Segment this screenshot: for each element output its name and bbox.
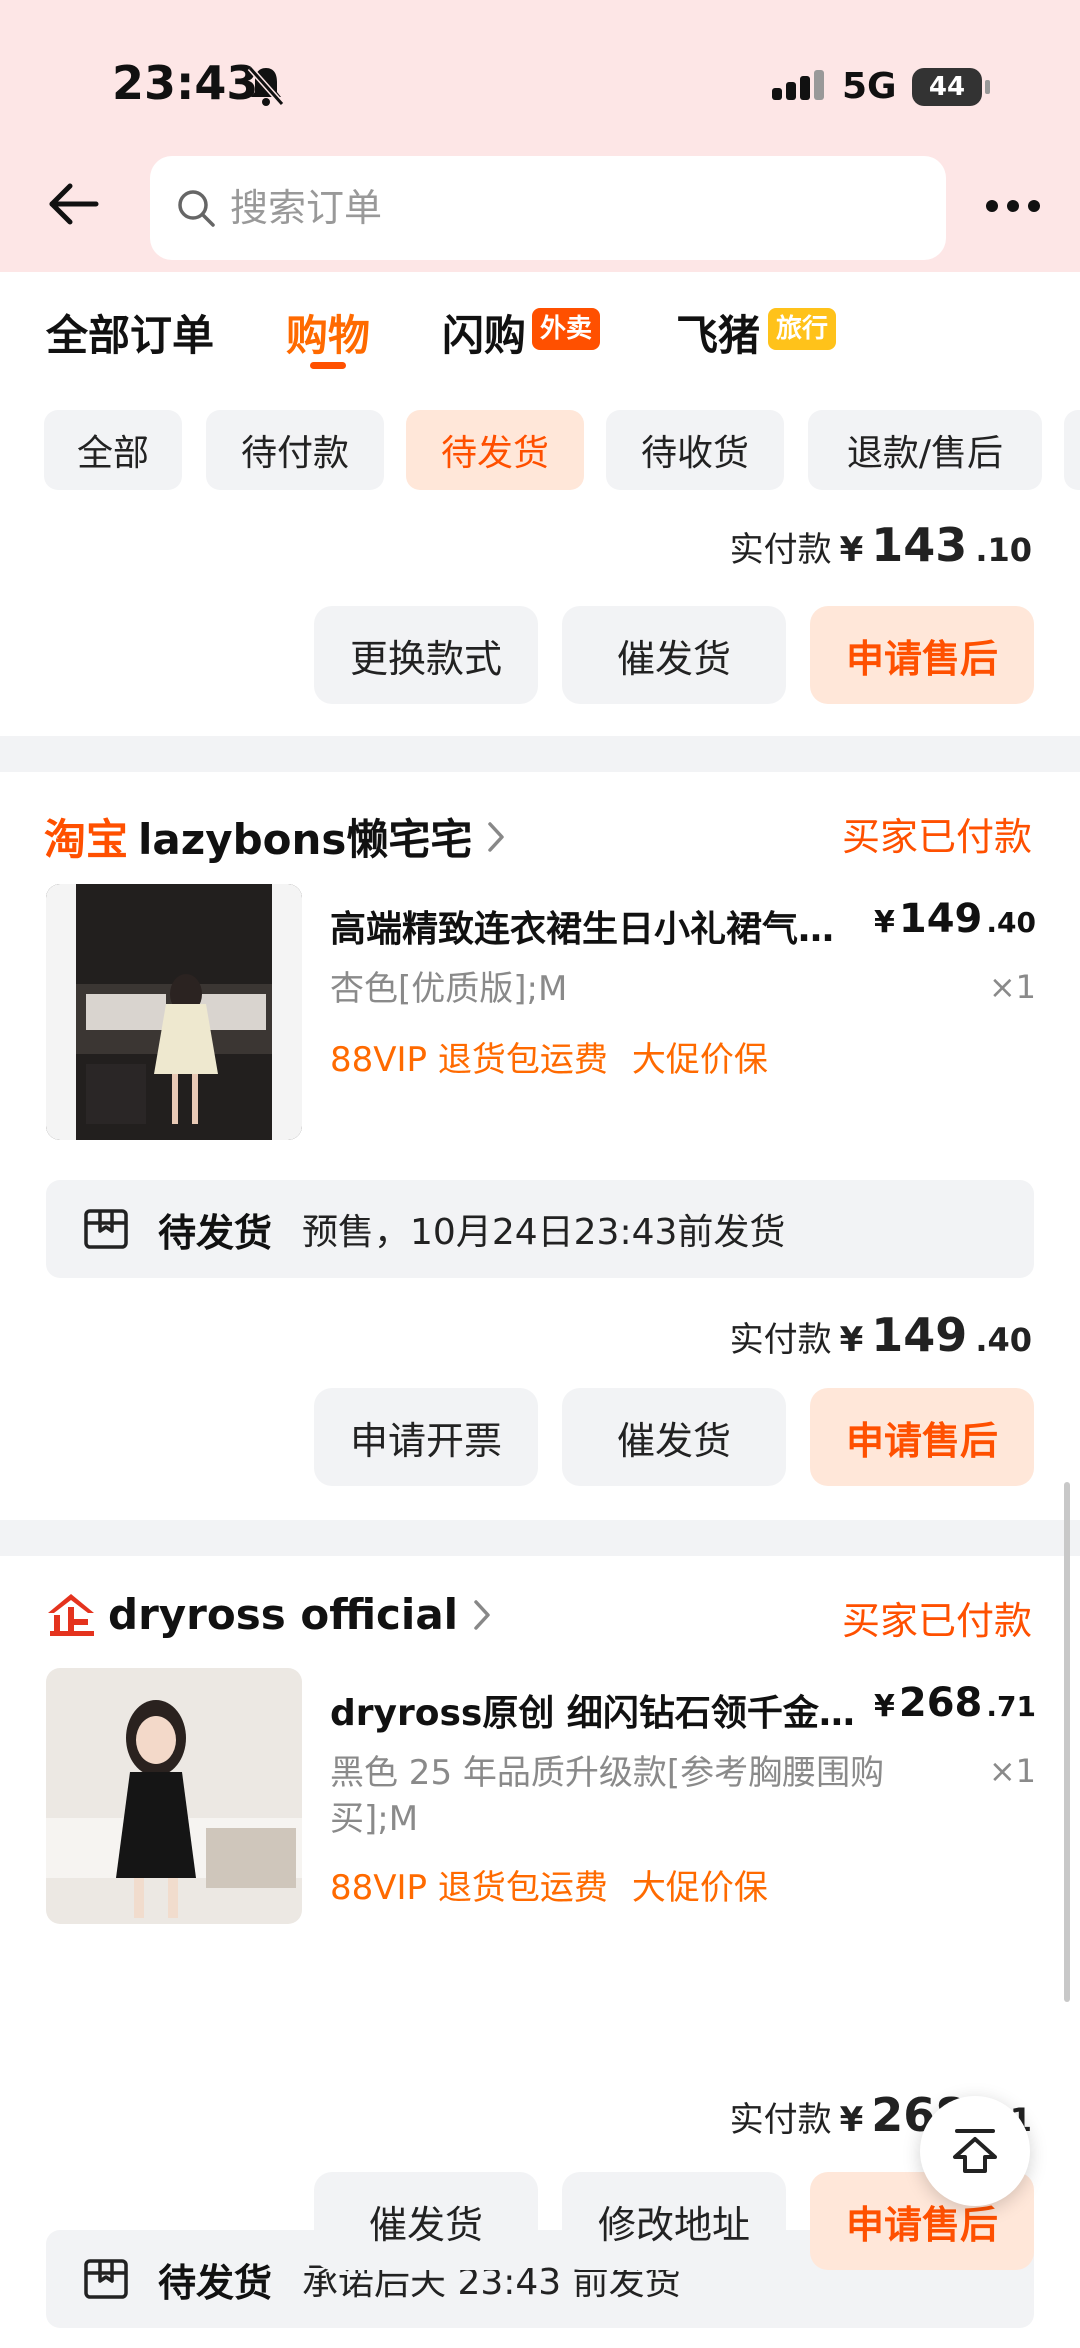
product-service-tags: 88VIP 退货包运费 大促价保 (330, 1860, 768, 1909)
product-photo-dress-black (46, 1668, 302, 1924)
main-content: 全部订单 购物 闪购 外卖 飞猪 旅行 全部 待付款 待发货 待收货 退款/售后… (0, 272, 1080, 2348)
search-input[interactable] (230, 186, 910, 230)
product-title[interactable]: dryross原创 细闪钻石领千金风连衣裙 (330, 1684, 860, 1736)
enterprise-shop-icon (48, 1593, 94, 1636)
search-bar[interactable] (150, 156, 946, 260)
tab-active-underline (310, 362, 346, 369)
product-thumbnail[interactable] (46, 884, 302, 1140)
filter-pending-receipt[interactable]: 待收货 (606, 410, 784, 490)
shipping-note: 预售，10月24日23:43前发货 (302, 1212, 786, 1253)
order-card-lazybons: 淘宝 lazybons懒宅宅 买家已付款 高端精致连衣裙生日小礼裙气质高级感 ¥… (0, 772, 1080, 1520)
more-options-icon[interactable] (984, 196, 1042, 216)
tag-price-protection: 大促价保 (631, 1868, 768, 1908)
shop-header[interactable]: 淘宝 lazybons懒宅宅 (44, 806, 506, 867)
package-box-icon (84, 1209, 128, 1249)
top-header: 23:43 5G 44 (0, 0, 1080, 272)
order-status: 买家已付款 (841, 815, 1032, 859)
paid-label: 实付款 (729, 1320, 832, 1360)
price-decimal: .40 (986, 906, 1036, 939)
status-filter-row: 全部 待付款 待发货 待收货 退款/售后 (0, 400, 1080, 504)
urge-shipment-button[interactable]: 催发货 (562, 606, 786, 704)
price-decimal: .71 (986, 1690, 1036, 1723)
product-title[interactable]: 高端精致连衣裙生日小礼裙气质高级感 (330, 900, 860, 952)
search-icon (178, 190, 215, 227)
urge-shipment-button[interactable]: 催发货 (562, 1388, 786, 1486)
shop-name: dryross official (108, 1590, 459, 1639)
scrollbar[interactable] (1064, 1482, 1070, 2002)
package-box-icon (84, 2259, 128, 2299)
shop-header[interactable]: dryross official (44, 1590, 492, 1639)
order-card-partial: 实付款 ¥143.10 更换款式 催发货 申请售后 (0, 504, 1080, 736)
tag-return-shipping: 88VIP 退货包运费 (330, 1040, 608, 1080)
product-price: ¥268.71 (874, 1680, 1036, 1726)
signal-icon (772, 70, 824, 100)
tab-all-orders[interactable]: 全部订单 (46, 302, 214, 363)
tab-badge-travel: 旅行 (768, 308, 837, 350)
tab-fliggy[interactable]: 飞猪 (676, 302, 760, 363)
filter-more-partial[interactable] (1064, 410, 1080, 490)
product-service-tags: 88VIP 退货包运费 大促价保 (330, 1032, 768, 1081)
after-sale-button[interactable]: 申请售后 (810, 606, 1034, 704)
shipping-status: 待发货 (158, 1210, 273, 1255)
chevron-right-icon (488, 821, 505, 852)
price-integer: 268 (898, 1680, 983, 1726)
filter-all[interactable]: 全部 (44, 410, 182, 490)
battery-indicator: 44 (912, 68, 990, 106)
order-paid-amount: 实付款 ¥143.10 (730, 518, 1032, 572)
filter-pending-payment[interactable]: 待付款 (206, 410, 384, 490)
paid-decimal: .10 (975, 531, 1032, 569)
paid-label: 实付款 (729, 530, 832, 570)
status-time: 23:43 (112, 56, 259, 110)
filter-refund-aftersale[interactable]: 退款/售后 (808, 410, 1042, 490)
back-arrow-icon[interactable] (46, 176, 102, 232)
arrow-up-icon (953, 2129, 997, 2173)
chevron-right-icon (474, 1599, 490, 1630)
currency-symbol: ¥ (874, 905, 895, 940)
product-spec: 黑色 25 年品质升级款[参考胸腰围购买];M (330, 1753, 885, 1839)
shop-name: lazybons懒宅宅 (138, 815, 473, 864)
currency-symbol: ¥ (874, 1689, 895, 1724)
taobao-logo: 淘宝 (44, 815, 129, 864)
product-quantity: ×1 (988, 968, 1036, 1006)
paid-integer: 149 (871, 1308, 968, 1362)
tab-badge-takeout: 外卖 (532, 308, 601, 350)
product-thumbnail[interactable] (46, 1668, 302, 1924)
tag-price-protection: 大促价保 (631, 1040, 768, 1080)
back-to-top-button[interactable] (920, 2096, 1030, 2206)
price-integer: 149 (898, 896, 983, 942)
product-photo-dress-pink (46, 884, 302, 1140)
filter-pending-shipment[interactable]: 待发货 (406, 410, 584, 490)
paid-integer: 143 (871, 518, 968, 572)
change-style-button[interactable]: 更换款式 (314, 606, 538, 704)
tab-shopping[interactable]: 购物 (286, 302, 370, 363)
bell-muted-icon (247, 66, 285, 106)
order-category-tabs: 全部订单 购物 闪购 外卖 飞猪 旅行 (0, 272, 1080, 400)
paid-decimal: .40 (975, 1321, 1032, 1359)
modify-address-button[interactable]: 修改地址 (562, 2172, 786, 2270)
tag-return-shipping: 88VIP 退货包运费 (330, 1868, 608, 1908)
order-status: 买家已付款 (841, 1599, 1032, 1643)
tab-flash-buy[interactable]: 闪购 (442, 302, 526, 363)
paid-label: 实付款 (729, 2100, 832, 2140)
product-spec: 杏色[优质版];M (330, 969, 568, 1009)
urge-shipment-button[interactable]: 催发货 (314, 2172, 538, 2270)
order-paid-amount: 实付款 ¥149.40 (730, 1308, 1032, 1362)
shipping-info-box[interactable]: 待发货 预售，10月24日23:43前发货 (46, 1180, 1034, 1278)
network-type: 5G (842, 66, 897, 107)
product-quantity: ×1 (988, 1752, 1036, 1790)
currency-symbol: ¥ (839, 530, 864, 570)
product-price: ¥149.40 (874, 896, 1036, 942)
request-invoice-button[interactable]: 申请开票 (314, 1388, 538, 1486)
shipping-status: 待发货 (158, 2260, 273, 2305)
currency-symbol: ¥ (839, 2100, 864, 2140)
after-sale-button[interactable]: 申请售后 (810, 1388, 1034, 1486)
currency-symbol: ¥ (839, 1320, 864, 1360)
